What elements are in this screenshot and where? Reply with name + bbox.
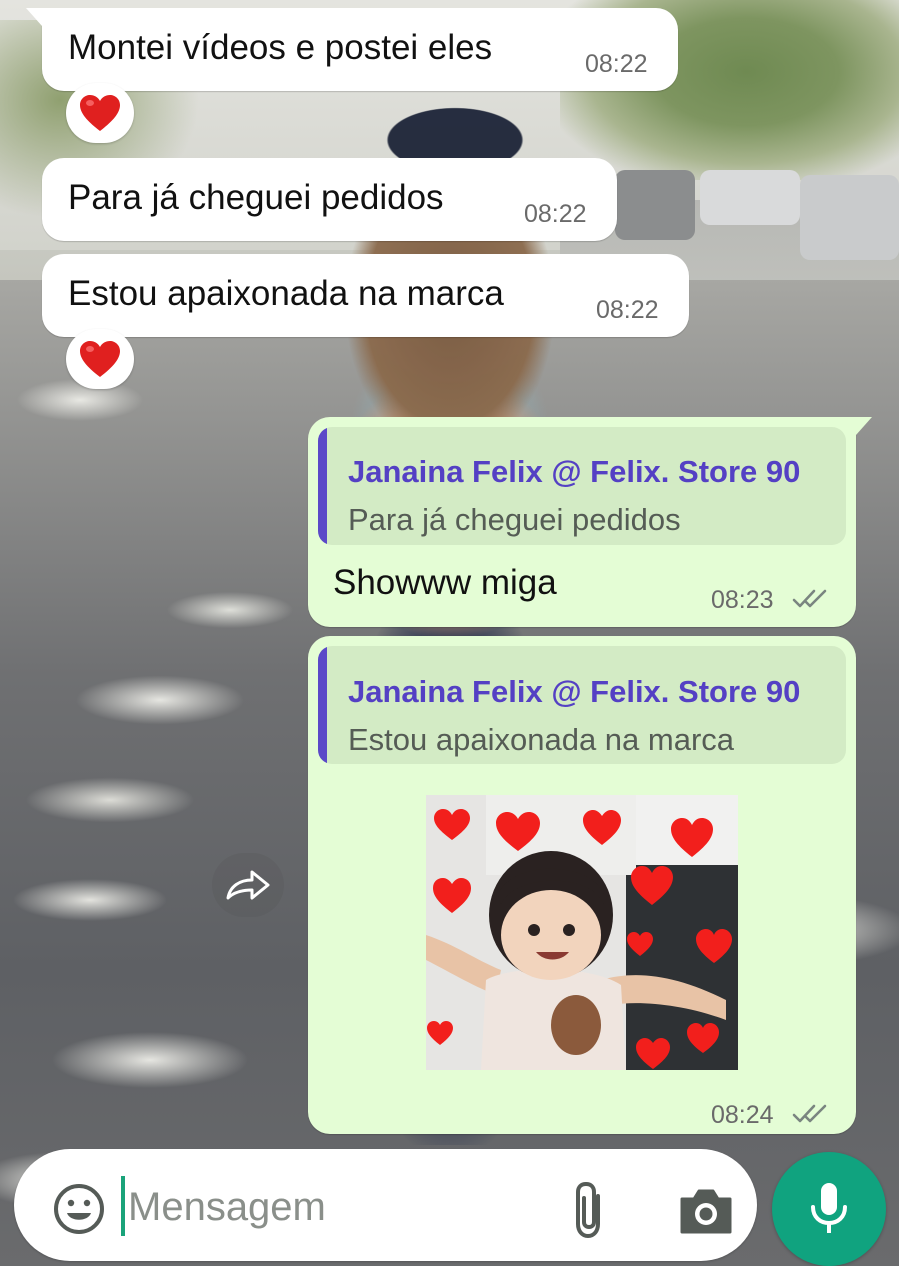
quoted-message[interactable]: Janaina Felix @ Felix. Store 90 Para já … bbox=[318, 427, 846, 545]
message-text: Estou apaixonada na marca bbox=[68, 274, 504, 313]
reaction-badge[interactable] bbox=[66, 329, 134, 389]
message-text: Para já cheguei pedidos bbox=[68, 178, 444, 217]
wallpaper-car bbox=[800, 175, 899, 260]
forward-icon bbox=[226, 870, 270, 900]
forward-button[interactable] bbox=[212, 853, 284, 917]
message-text: Showww miga bbox=[333, 563, 557, 602]
message-time: 08:22 bbox=[585, 50, 648, 78]
reaction-badge[interactable] bbox=[66, 83, 134, 143]
message-text: Montei vídeos e postei eles bbox=[68, 28, 493, 67]
microphone-button[interactable] bbox=[772, 1152, 886, 1266]
microphone-icon bbox=[811, 1183, 847, 1233]
camera-icon[interactable] bbox=[677, 1185, 735, 1237]
quote-author: Janaina Felix @ Felix. Store 90 bbox=[348, 674, 801, 709]
incoming-message[interactable]: Para já cheguei pedidos 08:22 bbox=[42, 158, 617, 241]
red-heart-icon bbox=[80, 95, 120, 131]
double-check-icon bbox=[792, 589, 827, 608]
quote-text: Para já cheguei pedidos bbox=[348, 502, 681, 537]
red-heart-icon bbox=[80, 341, 120, 377]
wallpaper-car bbox=[700, 170, 800, 225]
quote-accent-bar bbox=[318, 646, 327, 764]
double-check-icon bbox=[792, 1104, 827, 1123]
incoming-message[interactable]: Montei vídeos e postei eles 08:22 bbox=[26, 8, 678, 91]
message-time: 08:23 bbox=[711, 586, 774, 614]
girl-with-hearts-sticker[interactable] bbox=[426, 795, 738, 1070]
message-input[interactable] bbox=[128, 1172, 558, 1242]
message-time: 08:22 bbox=[524, 200, 587, 228]
outgoing-message[interactable]: Janaina Felix @ Felix. Store 90 Para já … bbox=[308, 417, 872, 627]
message-time: 08:22 bbox=[596, 296, 659, 324]
sticker-illustration bbox=[426, 795, 738, 1070]
paperclip-icon[interactable] bbox=[566, 1180, 614, 1240]
message-time: 08:24 bbox=[711, 1101, 774, 1129]
emoji-icon[interactable] bbox=[52, 1182, 106, 1236]
quote-accent-bar bbox=[318, 427, 327, 545]
quoted-message[interactable]: Janaina Felix @ Felix. Store 90 Estou ap… bbox=[318, 646, 846, 764]
quote-text: Estou apaixonada na marca bbox=[348, 722, 735, 757]
incoming-message[interactable]: Estou apaixonada na marca 08:22 bbox=[42, 254, 689, 337]
text-cursor bbox=[121, 1176, 125, 1236]
quote-author: Janaina Felix @ Felix. Store 90 bbox=[348, 454, 801, 489]
